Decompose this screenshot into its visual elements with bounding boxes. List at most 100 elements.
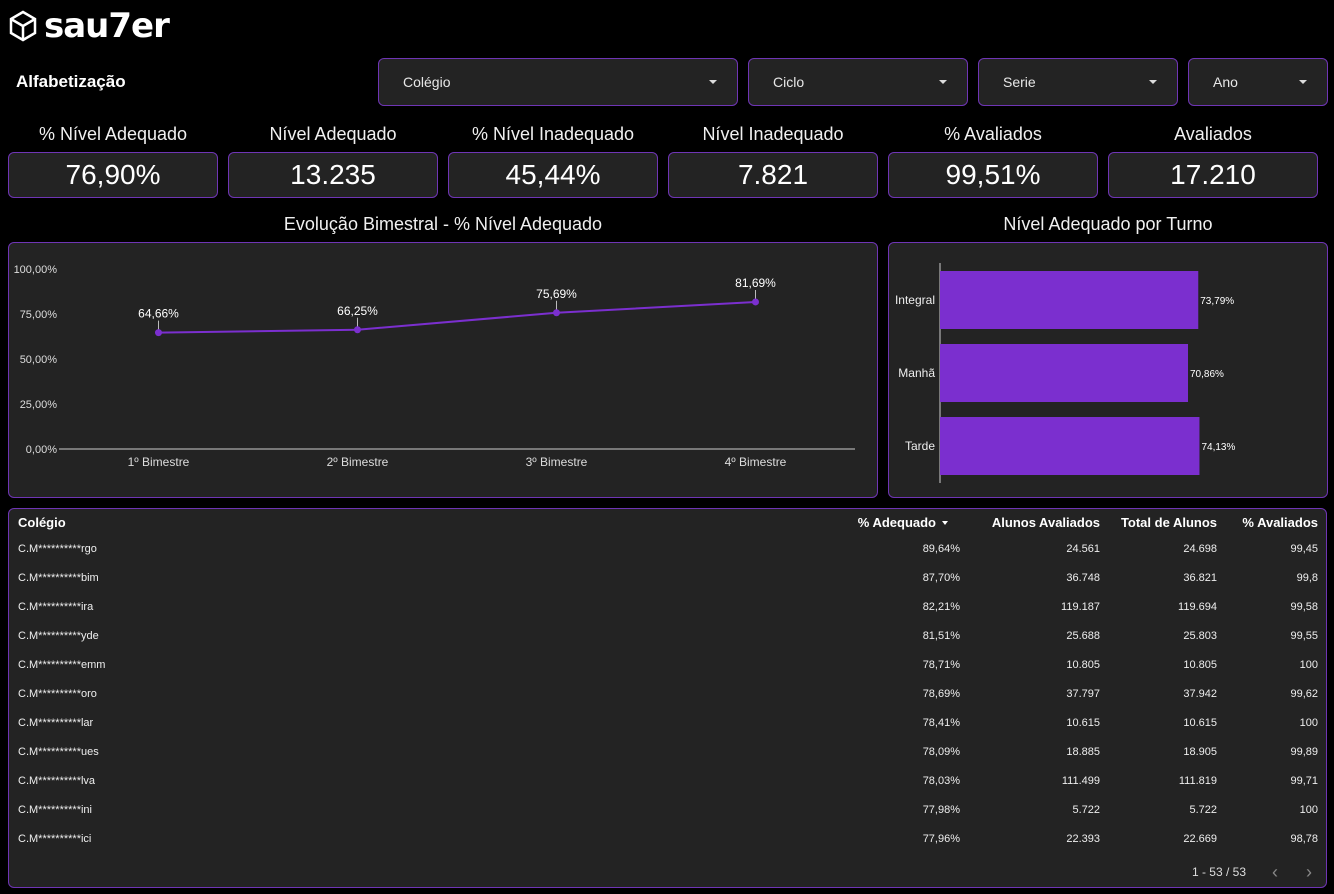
table-row[interactable]: C.M**********ues 78,09% 18.885 18.905 99,89 (9, 738, 1326, 767)
cell-total-alunos: 119.694 (1178, 601, 1217, 613)
cell-pct-avaliados: 100 (1299, 804, 1318, 816)
cell-colegio: C.M**********ini (18, 804, 92, 816)
brand-logo: sau7er (8, 6, 170, 46)
x-tick-label: 1º Bimestre (128, 455, 190, 469)
data-label: 73,79% (1200, 296, 1234, 307)
caret-down-icon (1149, 80, 1157, 84)
filter-label: Ciclo (773, 74, 805, 90)
filter-serie[interactable]: Serie (978, 58, 1178, 106)
cell-colegio: C.M**********ues (18, 746, 99, 758)
data-point (354, 326, 361, 334)
y-tick-label: 25,00% (20, 399, 58, 411)
cell-adequado: 78,71% (922, 659, 960, 671)
cell-colegio: C.M**********emm (18, 659, 106, 671)
cell-alunos-avaliados: 22.393 (1066, 833, 1100, 845)
header-total-alunos[interactable]: Total de Alunos (1121, 515, 1217, 530)
cell-adequado: 78,41% (922, 717, 960, 729)
pagination-info: 1 - 53 / 53 (1191, 865, 1246, 879)
category-label: Manhã (898, 366, 935, 380)
cell-total-alunos: 22.669 (1183, 833, 1217, 845)
data-label: 70,86% (1190, 369, 1224, 380)
table-row[interactable]: C.M**********lar 78,41% 10.615 10.615 100 (9, 709, 1326, 738)
cell-pct-avaliados: 99,71 (1290, 775, 1318, 787)
cell-total-alunos: 37.942 (1183, 688, 1217, 700)
category-label: Tarde (905, 439, 935, 453)
cell-colegio: C.M**********yde (18, 630, 99, 642)
x-tick-label: 4º Bimestre (725, 455, 787, 469)
table-row[interactable]: C.M**********ici 77,96% 22.393 22.669 98,78 (9, 825, 1326, 854)
header-label: % Adequado (857, 515, 936, 530)
cell-pct-avaliados: 99,62 (1290, 688, 1318, 700)
header-pct-avaliados[interactable]: % Avaliados (1242, 515, 1318, 530)
brand-name: sau7er (44, 6, 170, 46)
kpi-value: 17.210 (1108, 152, 1318, 198)
filter-colegio[interactable]: Colégio (378, 58, 738, 106)
table-row[interactable]: C.M**********ira 82,21% 119.187 119.694 99,5… (9, 593, 1326, 622)
y-tick-label: 50,00% (20, 354, 58, 366)
cell-pct-avaliados: 99,45 (1290, 543, 1318, 555)
header-alunos-avaliados[interactable]: Alunos Avaliados (992, 515, 1100, 530)
table-row[interactable]: C.M**********bim 87,70% 36.748 36.821 99,8 (9, 564, 1326, 593)
kpi-value: 45,44% (448, 152, 658, 198)
bar-chart-panel: Integral 73,79% Manhã 70,86% Tarde 74,13% (888, 242, 1328, 498)
filter-label: Colégio (403, 74, 451, 90)
cell-alunos-avaliados: 10.615 (1066, 717, 1100, 729)
table-row[interactable]: C.M**********rgo 89,64% 24.561 24.698 99,45 (9, 535, 1326, 564)
filter-ano[interactable]: Ano (1188, 58, 1328, 106)
table-row[interactable]: C.M**********oro 78,69% 37.797 37.942 99,62 (9, 680, 1326, 709)
header-colegio[interactable]: Colégio (18, 515, 66, 530)
category-label: Integral (895, 293, 935, 307)
y-tick-label: 0,00% (26, 444, 57, 456)
cell-alunos-avaliados: 36.748 (1066, 572, 1100, 584)
cell-pct-avaliados: 99,89 (1290, 746, 1318, 758)
filter-label: Ano (1213, 74, 1238, 90)
bar (940, 344, 1189, 402)
cell-adequado: 81,51% (922, 630, 960, 642)
cell-alunos-avaliados: 25.688 (1066, 630, 1100, 642)
table-row[interactable]: C.M**********lva 78,03% 111.499 111.819 99,7… (9, 767, 1326, 796)
kpi-label: % Avaliados (944, 124, 1042, 144)
header-adequado[interactable]: % Adequado (858, 515, 948, 530)
cell-total-alunos: 111.819 (1178, 775, 1217, 787)
filter-ciclo[interactable]: Ciclo (748, 58, 968, 106)
data-label: 81,69% (735, 276, 776, 290)
kpi-label: % Nível Adequado (38, 124, 188, 144)
series-line (158, 300, 756, 334)
cell-colegio: C.M**********ira (18, 601, 94, 613)
cell-alunos-avaliados: 24.561 (1066, 543, 1100, 555)
cell-adequado: 78,03% (922, 775, 960, 787)
kpi-label: Nível Adequado (269, 124, 397, 144)
cell-pct-avaliados: 100 (1299, 717, 1318, 729)
line-chart-title: Evolução Bimestral - % Nível Adequado (283, 214, 603, 234)
next-page-icon[interactable]: › (1306, 862, 1312, 883)
line-chart: 0,00% 25,00% 50,00% 75,00% 100,00% 1º Bimestr… (14, 264, 855, 469)
cell-colegio: C.M**********lar (18, 717, 94, 729)
caret-down-icon (709, 80, 717, 84)
kpi-value: 76,90% (8, 152, 218, 198)
y-tick-label: 100,00% (14, 264, 58, 276)
cell-colegio: C.M**********oro (18, 688, 97, 700)
prev-page-icon[interactable]: ‹ (1272, 862, 1278, 883)
cell-total-alunos: 5.722 (1189, 804, 1217, 816)
table-row[interactable]: C.M**********yde 81,51% 25.688 25.803 99,55 (9, 622, 1326, 651)
data-point (155, 329, 162, 337)
cell-adequado: 77,98% (922, 804, 960, 816)
cell-adequado: 78,69% (922, 688, 960, 700)
cell-pct-avaliados: 100 (1299, 659, 1318, 671)
x-tick-label: 2º Bimestre (327, 455, 389, 469)
cell-pct-avaliados: 99,58 (1290, 601, 1318, 613)
cell-total-alunos: 24.698 (1183, 543, 1217, 555)
cell-alunos-avaliados: 37.797 (1066, 688, 1100, 700)
bar (940, 417, 1200, 475)
cell-alunos-avaliados: 18.885 (1066, 746, 1100, 758)
cell-total-alunos: 10.615 (1183, 717, 1217, 729)
cell-total-alunos: 36.821 (1183, 572, 1217, 584)
table-row[interactable]: C.M**********emm 78,71% 10.805 10.805 100 (9, 651, 1326, 680)
data-point (553, 309, 560, 317)
kpi-label: % Nível Inadequado (471, 124, 635, 144)
cell-alunos-avaliados: 10.805 (1066, 659, 1100, 671)
table-row[interactable]: C.M**********ini 77,98% 5.722 5.722 100 (9, 796, 1326, 825)
cell-adequado: 77,96% (922, 833, 960, 845)
cell-adequado: 78,09% (922, 746, 960, 758)
kpi-label: Nível Inadequado (702, 124, 844, 144)
